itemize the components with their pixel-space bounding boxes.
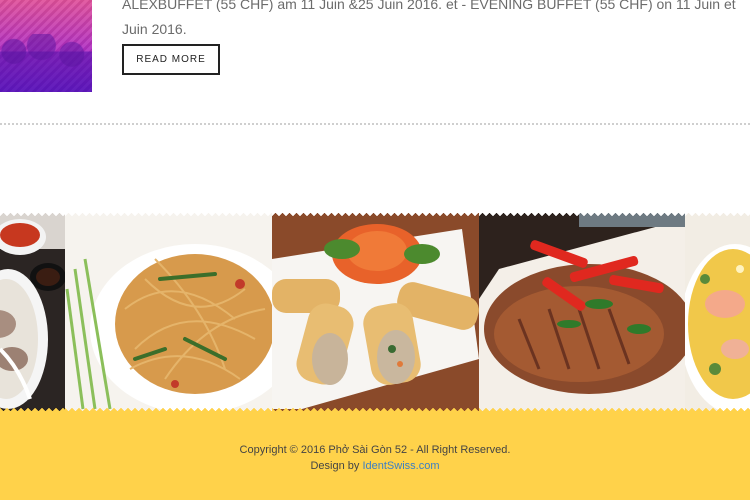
zigzag-edge-bottom [65, 408, 272, 415]
zigzag-edge-top [479, 209, 685, 216]
zigzag-edge-top [685, 209, 750, 216]
read-more-button[interactable]: READ MORE [122, 44, 220, 75]
post-excerpt: ALEXBUFFET (55 CHF) am 11 Juin &25 Juin … [122, 0, 750, 42]
post-thumbnail[interactable] [0, 0, 92, 92]
gallery-image-spring-rolls[interactable] [272, 209, 479, 415]
copyright-text: Copyright © 2016 Phở Sài Gòn 52 - All Ri… [239, 444, 511, 456]
zigzag-edge-top [65, 209, 272, 216]
zigzag-edge-top [272, 209, 479, 216]
gallery-image-fish[interactable] [479, 209, 685, 415]
designer-link[interactable]: IdentSwiss.com [362, 460, 439, 472]
gallery-image-pho[interactable] [0, 209, 65, 415]
zigzag-edge-bottom [0, 408, 65, 415]
site-footer: Copyright © 2016 Phở Sài Gòn 52 - All Ri… [0, 415, 750, 500]
excerpt-line-2: Juin 2016. [122, 21, 187, 37]
gallery-image-fried-rice[interactable] [685, 209, 750, 415]
gallery-image-noodles[interactable] [65, 209, 272, 415]
designer-credit: Design by IdentSwiss.com [0, 460, 750, 472]
food-gallery [0, 209, 750, 415]
thumbnail-graphic [0, 34, 92, 92]
excerpt-line-1: ALEXBUFFET (55 CHF) am 11 Juin &25 Juin … [122, 0, 736, 12]
dotted-divider [0, 123, 750, 125]
design-prefix: Design by [310, 460, 363, 472]
zigzag-edge-top [0, 209, 65, 216]
zigzag-edge-bottom [479, 408, 685, 415]
zigzag-edge-bottom [685, 408, 750, 415]
zigzag-edge-bottom [272, 408, 479, 415]
